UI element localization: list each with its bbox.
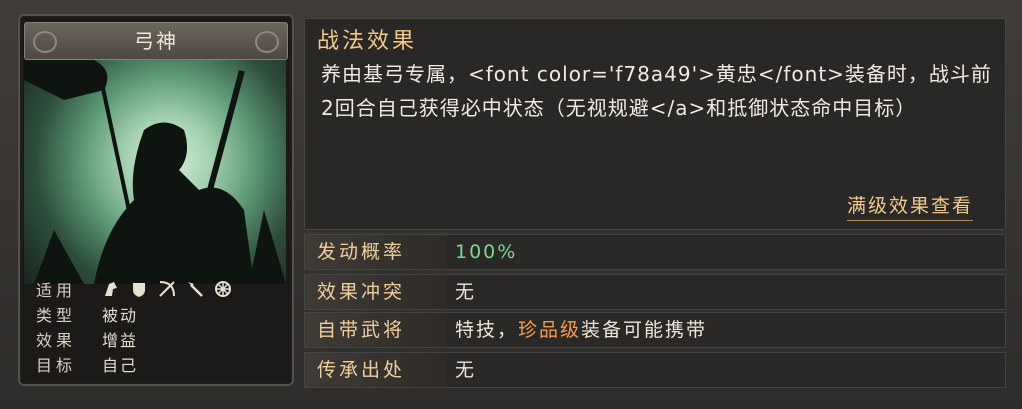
info-key: 类型 — [36, 305, 77, 325]
attr-value-prefix: 特技， — [455, 319, 519, 341]
cavalry-icon — [102, 280, 120, 298]
skill-info-table: 适用 类型 被动 效果 增益 目标 自己 — [28, 276, 288, 376]
troop-type-icons — [102, 280, 232, 298]
attr-value: 无 — [455, 281, 477, 303]
skill-card: 弓神 适用 类型 被动 效果 增益 目标 自己 — [18, 14, 294, 386]
rarity-highlight: 珍品级 — [518, 319, 582, 341]
info-value: 自己 — [102, 355, 139, 375]
bow-icon — [158, 280, 176, 298]
spear-icon — [186, 280, 204, 298]
info-value: 增益 — [102, 330, 139, 350]
skill-name: 弓神 — [134, 29, 178, 53]
attr-value: 100% — [455, 241, 518, 263]
archer-silhouette-icon — [24, 60, 286, 284]
info-key: 目标 — [36, 355, 77, 375]
skill-artwork — [24, 60, 286, 284]
attr-value-suffix: 装备可能携带 — [581, 319, 708, 341]
attr-key: 传承出处 — [305, 353, 447, 387]
info-value: 被动 — [102, 305, 139, 325]
banner-ornament-icon — [255, 31, 279, 53]
effect-section: 战法效果 养由基弓专属，<font color='f78a49'>黄忠</fon… — [304, 18, 1006, 230]
attr-row-trigger-rate: 发动概率 100% — [304, 234, 1006, 270]
effect-description: 养由基弓专属，<font color='f78a49'>黄忠</font>装备时… — [321, 62, 992, 120]
siege-icon — [214, 280, 232, 298]
info-row-effect: 效果 增益 — [28, 326, 288, 351]
attr-value: 特技，珍品级装备可能携带 — [455, 313, 707, 347]
info-row-applicable: 适用 — [28, 276, 288, 301]
attr-key: 自带武将 — [305, 313, 447, 347]
shield-icon — [130, 280, 148, 298]
info-key: 效果 — [36, 330, 77, 350]
skill-detail-panel: 战法效果 养由基弓专属，<font color='f78a49'>黄忠</fon… — [304, 18, 1006, 388]
attr-row-inheritance: 传承出处 无 — [304, 352, 1006, 388]
attr-row-conflict: 效果冲突 无 — [304, 274, 1006, 310]
max-level-effect-link[interactable]: 满级效果查看 — [846, 191, 973, 221]
attr-key: 发动概率 — [305, 235, 447, 269]
info-row-target: 目标 自己 — [28, 351, 288, 376]
attr-value: 无 — [455, 359, 477, 381]
skill-detail-window: 弓神 适用 类型 被动 效果 增益 目标 自己 战法效果 养由基弓专属，<fon… — [0, 0, 1022, 409]
attr-row-innate-general: 自带武将 特技，珍品级装备可能携带 — [304, 312, 1006, 348]
info-key: 适用 — [36, 280, 77, 300]
banner-ornament-icon — [33, 31, 57, 53]
effect-title: 战法效果 — [317, 29, 418, 54]
skill-name-banner: 弓神 — [24, 22, 288, 60]
info-row-type: 类型 被动 — [28, 301, 288, 326]
attr-key: 效果冲突 — [305, 275, 447, 309]
